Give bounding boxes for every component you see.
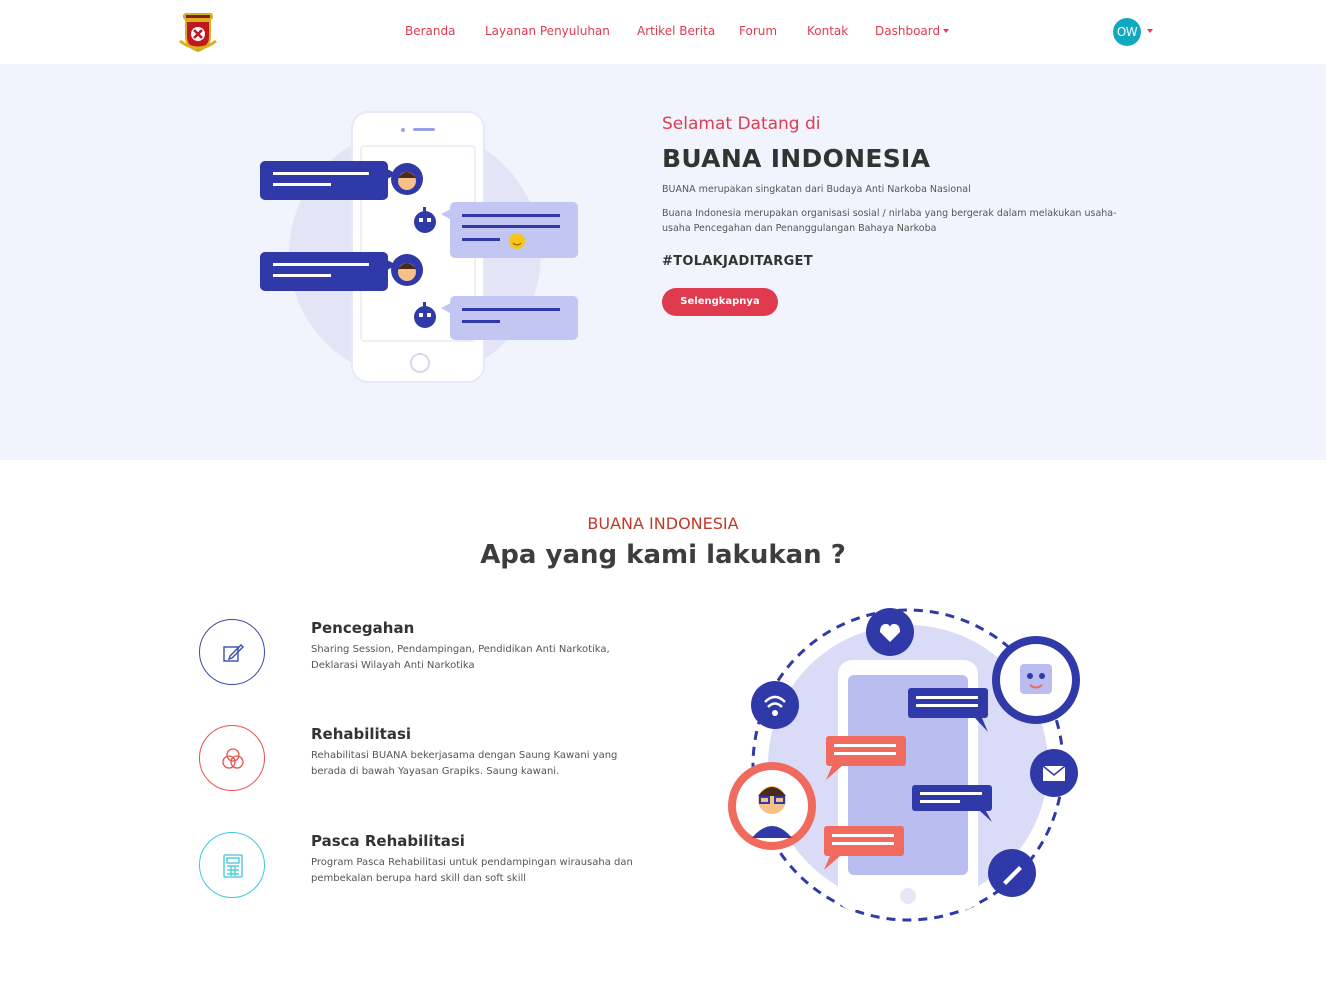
nav-kontak[interactable]: Kontak	[807, 24, 848, 38]
nav-beranda[interactable]: Beranda	[405, 24, 455, 38]
section-title: Apa yang kami lakukan ?	[480, 540, 846, 570]
nav-dashboard-label: Dashboard	[875, 24, 941, 38]
service-item-rehabilitasi: Rehabilitasi Rehabilitasi BUANA bekerjas…	[199, 725, 659, 795]
user-menu-chevron-icon[interactable]	[1147, 29, 1153, 33]
nav-artikel-berita[interactable]: Artikel Berita	[637, 24, 715, 38]
edit-icon	[199, 619, 265, 685]
communication-illustration	[720, 600, 1090, 930]
hero-title: BUANA INDONESIA	[662, 144, 931, 173]
buana-logo[interactable]	[178, 11, 218, 53]
chat-illustration	[255, 104, 585, 404]
service-item-pencegahan: Pencegahan Sharing Session, Pendampingan…	[199, 619, 659, 689]
hero-hashtag: #TOLAKJADITARGET	[662, 254, 813, 269]
service-title: Pencegahan	[311, 619, 415, 637]
hero-subtitle: BUANA merupakan singkatan dari Budaya An…	[662, 184, 971, 195]
hero-description: Buana Indonesia merupakan organisasi sos…	[662, 208, 1117, 234]
selengkapnya-button[interactable]: Selengkapnya	[662, 288, 778, 316]
user-avatar[interactable]: OW	[1113, 18, 1141, 46]
hero-text: Selamat Datang di BUANA INDONESIA BUANA …	[662, 112, 1152, 316]
hero-greeting: Selamat Datang di	[662, 114, 821, 134]
hero-section: Selamat Datang di BUANA INDONESIA BUANA …	[0, 64, 1326, 460]
service-description: Program Pasca Rehabilitasi untuk pendamp…	[311, 857, 633, 884]
service-description: Rehabilitasi BUANA bekerjasama dengan Sa…	[311, 750, 618, 777]
section-kicker: BUANA INDONESIA	[587, 514, 739, 533]
nav-dashboard-dropdown[interactable]: Dashboard	[875, 24, 950, 38]
circles-icon	[199, 725, 265, 791]
service-title: Pasca Rehabilitasi	[311, 832, 465, 850]
navbar: Beranda Layanan Penyuluhan Artikel Berit…	[0, 0, 1326, 64]
chevron-down-icon	[943, 29, 950, 33]
nav-layanan-penyuluhan[interactable]: Layanan Penyuluhan	[485, 24, 610, 38]
service-title: Rehabilitasi	[311, 725, 412, 743]
nav-forum[interactable]: Forum	[739, 24, 777, 38]
service-item-pasca-rehabilitasi: Pasca Rehabilitasi Program Pasca Rehabil…	[199, 832, 659, 902]
calculator-icon	[199, 832, 265, 898]
service-description: Sharing Session, Pendampingan, Pendidika…	[311, 644, 610, 671]
